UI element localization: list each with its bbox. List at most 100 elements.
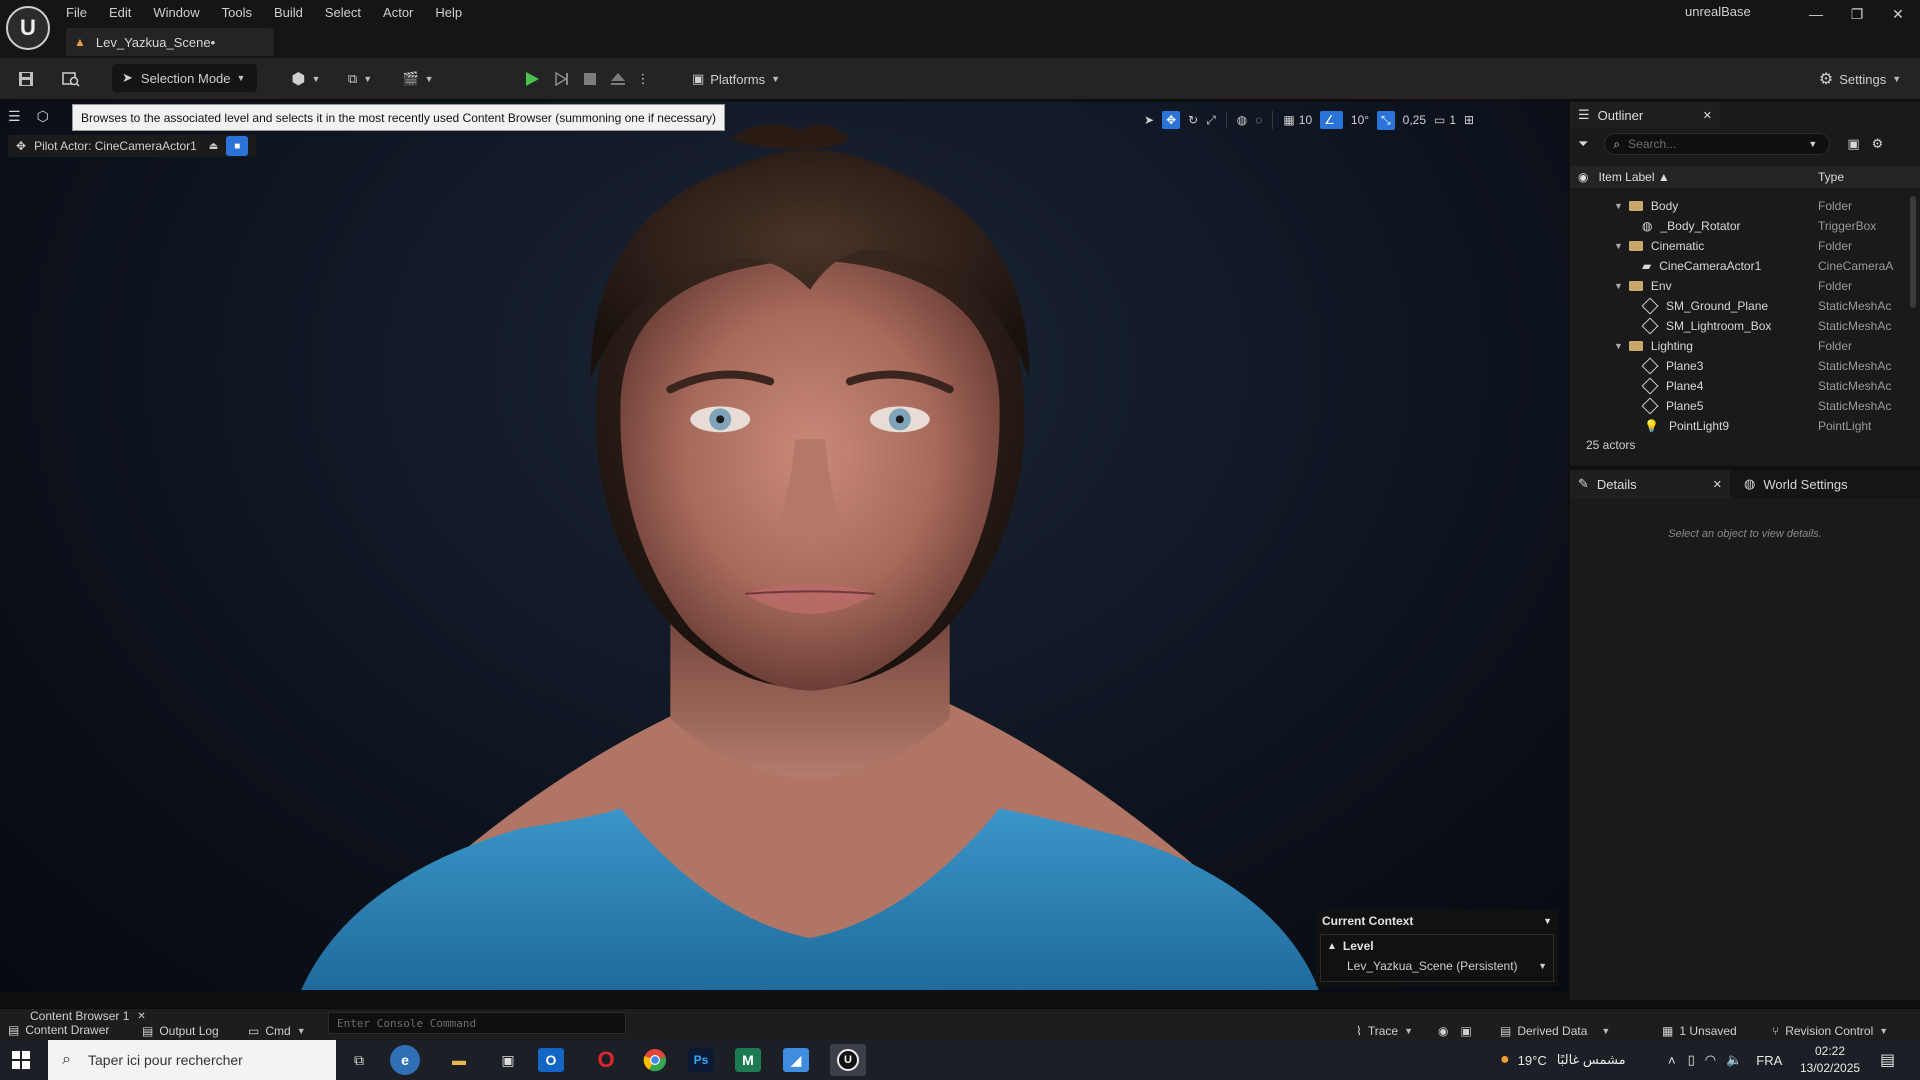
outliner-row[interactable]: Plane4 StaticMeshAc [1570, 376, 1910, 396]
menu-edit[interactable]: Edit [109, 5, 131, 20]
chevron-up-icon[interactable]: ˄ [1668, 1053, 1676, 1068]
stop-button[interactable] [578, 66, 602, 92]
outliner-row[interactable]: Plane3 StaticMeshAc [1570, 356, 1910, 376]
rotate-tool-icon[interactable]: ↻ [1188, 113, 1198, 127]
task-view-icon[interactable]: ⧉ [341, 1044, 377, 1076]
outliner-row[interactable]: SM_Ground_Plane StaticMeshAc [1570, 296, 1910, 316]
tablet-icon[interactable]: ▯ [1688, 1052, 1695, 1068]
screenshot-icon[interactable]: ▣ [1460, 1024, 1471, 1038]
outliner-row[interactable]: ▼ Env Folder [1570, 276, 1910, 296]
expand-triangle-icon[interactable]: ▼ [1614, 241, 1623, 251]
world-space-icon[interactable]: ◍ [1237, 113, 1247, 127]
add-folder-icon[interactable]: ▣ [1847, 136, 1859, 152]
item-label-column[interactable]: Item Label ▲ [1598, 170, 1669, 184]
platforms-dropdown[interactable]: ▣ Platforms ▼ [686, 66, 786, 92]
rotation-snap-value[interactable]: 10° [1351, 113, 1369, 127]
cmd-dropdown[interactable]: ▭ Cmd ▼ [248, 1021, 306, 1041]
details-tab[interactable]: ✎ Details ✕ [1570, 470, 1730, 498]
browse-level-icon[interactable] [56, 66, 86, 92]
selection-mode-dropdown[interactable]: ➤ Selection Mode ▼ [112, 64, 257, 92]
outliner-tab[interactable]: ☰ Outliner ✕ [1570, 102, 1720, 128]
context-level-dropdown[interactable]: Lev_Yazkua_Scene (Persistent) ▼ [1327, 959, 1547, 973]
grid-snap-toggle[interactable]: ▦ 10 [1283, 113, 1312, 127]
outliner-row[interactable]: ▰ CineCameraActor1 CineCameraA [1570, 256, 1910, 276]
level-viewport[interactable]: ☰ ⬡ ➤ ✥ ↻ ⤢ ◍ ◌ ▦ 10 ∠ 10° ⤡ 0,25 ▭ 1 ⊞ Cu… [0, 102, 1568, 992]
level-tab[interactable]: ▲ Lev_Yazkua_Scene• [66, 28, 274, 56]
outliner-row[interactable]: ▼ Cinematic Folder [1570, 236, 1910, 256]
expand-triangle-icon[interactable]: ▼ [1614, 341, 1623, 351]
content-drawer-button[interactable]: ▤ Content Drawer [8, 1021, 109, 1039]
expand-triangle-icon[interactable]: ▼ [1614, 201, 1623, 211]
eject-icon[interactable]: ⏏ [209, 141, 218, 152]
menu-select[interactable]: Select [325, 5, 361, 20]
outlook-icon[interactable]: O [538, 1048, 564, 1072]
outliner-row[interactable]: ▼ Lighting Folder [1570, 336, 1910, 356]
opera-icon[interactable]: O [588, 1044, 624, 1076]
camera-view-icon[interactable]: ■ [226, 136, 249, 156]
wifi-icon[interactable]: ◠ [1705, 1052, 1716, 1068]
photoshop-icon[interactable]: Ps [688, 1048, 714, 1072]
visibility-eye-icon[interactable]: ◉ [1578, 170, 1588, 184]
settings-dropdown[interactable]: ⚙ Settings ▼ [1812, 66, 1908, 92]
gear-icon[interactable]: ⚙ [1872, 136, 1884, 152]
current-context-header[interactable]: Current Context ▼ [1316, 910, 1558, 932]
trace-dropdown[interactable]: ⌇ Trace ▼ [1356, 1021, 1413, 1041]
outliner-search-input[interactable]: ⌕ Search... [1604, 133, 1831, 155]
unsaved-button[interactable]: ▦ 1 Unsaved [1662, 1021, 1737, 1041]
advance-frame-button[interactable] [550, 66, 574, 92]
outliner-row[interactable]: ◍ _Body_Rotator TriggerBox [1570, 216, 1910, 236]
close-icon[interactable]: ✕ [137, 1011, 145, 1022]
menu-build[interactable]: Build [274, 5, 303, 20]
select-tool-icon[interactable]: ➤ [1144, 113, 1154, 127]
record-icon[interactable]: ◉ [1438, 1024, 1448, 1038]
camera-speed-button[interactable]: ▭ 1 [1434, 113, 1456, 127]
maya-icon[interactable]: M [735, 1048, 761, 1072]
taskbar-search-input[interactable]: ⌕ Taper ici pour rechercher [48, 1040, 336, 1080]
minimize-icon[interactable]: — [1801, 6, 1831, 22]
store-icon[interactable]: ▣ [490, 1044, 526, 1076]
windows-start-icon[interactable] [12, 1050, 36, 1070]
chrome-icon[interactable] [637, 1044, 673, 1076]
notifications-icon[interactable]: ▤ [1880, 1050, 1895, 1070]
outliner-scrollbar[interactable] [1910, 196, 1916, 308]
output-log-button[interactable]: ▤ Output Log [142, 1021, 219, 1041]
expand-triangle-icon[interactable]: ▼ [1614, 281, 1623, 291]
outliner-row[interactable]: Plane5 StaticMeshAc [1570, 396, 1910, 416]
surface-snap-icon[interactable]: ◌ [1255, 113, 1262, 127]
revision-control-dropdown[interactable]: ⑂ Revision Control ▼ [1772, 1021, 1888, 1041]
console-input[interactable]: Enter Console Command [328, 1012, 626, 1034]
rotation-snap-toggle[interactable]: ∠ [1320, 111, 1343, 129]
save-icon[interactable] [14, 66, 38, 92]
menu-file[interactable]: File [66, 5, 87, 20]
outliner-row[interactable]: ▼ Body Folder [1570, 196, 1910, 216]
close-icon[interactable]: ✕ [1883, 6, 1913, 23]
file-explorer-icon[interactable]: ▬ [441, 1044, 477, 1076]
app-icon[interactable]: ◢ [783, 1048, 809, 1072]
add-actor-button[interactable]: ⬢ ▼ [286, 66, 326, 92]
language-indicator[interactable]: FRA [1756, 1053, 1782, 1068]
volume-icon[interactable]: 🔈 [1726, 1052, 1742, 1068]
unreal-logo-icon[interactable]: U [6, 6, 50, 50]
viewport-layout-icon[interactable]: ⊞ [1464, 113, 1474, 127]
blueprints-button[interactable]: ⧉ ▼ [340, 66, 380, 92]
close-icon[interactable]: ✕ [1703, 109, 1712, 122]
filter-icon[interactable]: ⏷ [1578, 136, 1588, 152]
play-button[interactable] [520, 66, 544, 92]
weather-widget[interactable]: ● 19°C مشمس غالبًا [1500, 1040, 1626, 1080]
eject-button[interactable] [606, 66, 630, 92]
type-column[interactable]: Type [1818, 170, 1844, 184]
chevron-down-icon[interactable]: ▼ [1808, 139, 1817, 149]
outliner-row[interactable]: 💡 PointLight9 PointLight [1570, 416, 1910, 436]
world-settings-tab[interactable]: ◍ World Settings [1730, 470, 1848, 498]
derived-data-dropdown[interactable]: ▤ Derived Data ▼ [1500, 1021, 1610, 1041]
perspective-cube-icon[interactable]: ⬡ [37, 108, 49, 125]
hamburger-menu-icon[interactable]: ☰ [8, 108, 21, 125]
translate-tool-icon[interactable]: ✥ [1162, 111, 1181, 129]
scale-tool-icon[interactable]: ⤢ [1206, 113, 1216, 128]
scale-snap-toggle[interactable]: ⤡ [1377, 110, 1395, 130]
menu-window[interactable]: Window [153, 5, 199, 20]
close-icon[interactable]: ✕ [1713, 478, 1722, 491]
unreal-engine-taskbar-icon[interactable]: U [830, 1044, 866, 1076]
restore-icon[interactable]: ❐ [1842, 6, 1872, 23]
clock[interactable]: 02:22 13/02/2025 [1800, 1043, 1860, 1077]
